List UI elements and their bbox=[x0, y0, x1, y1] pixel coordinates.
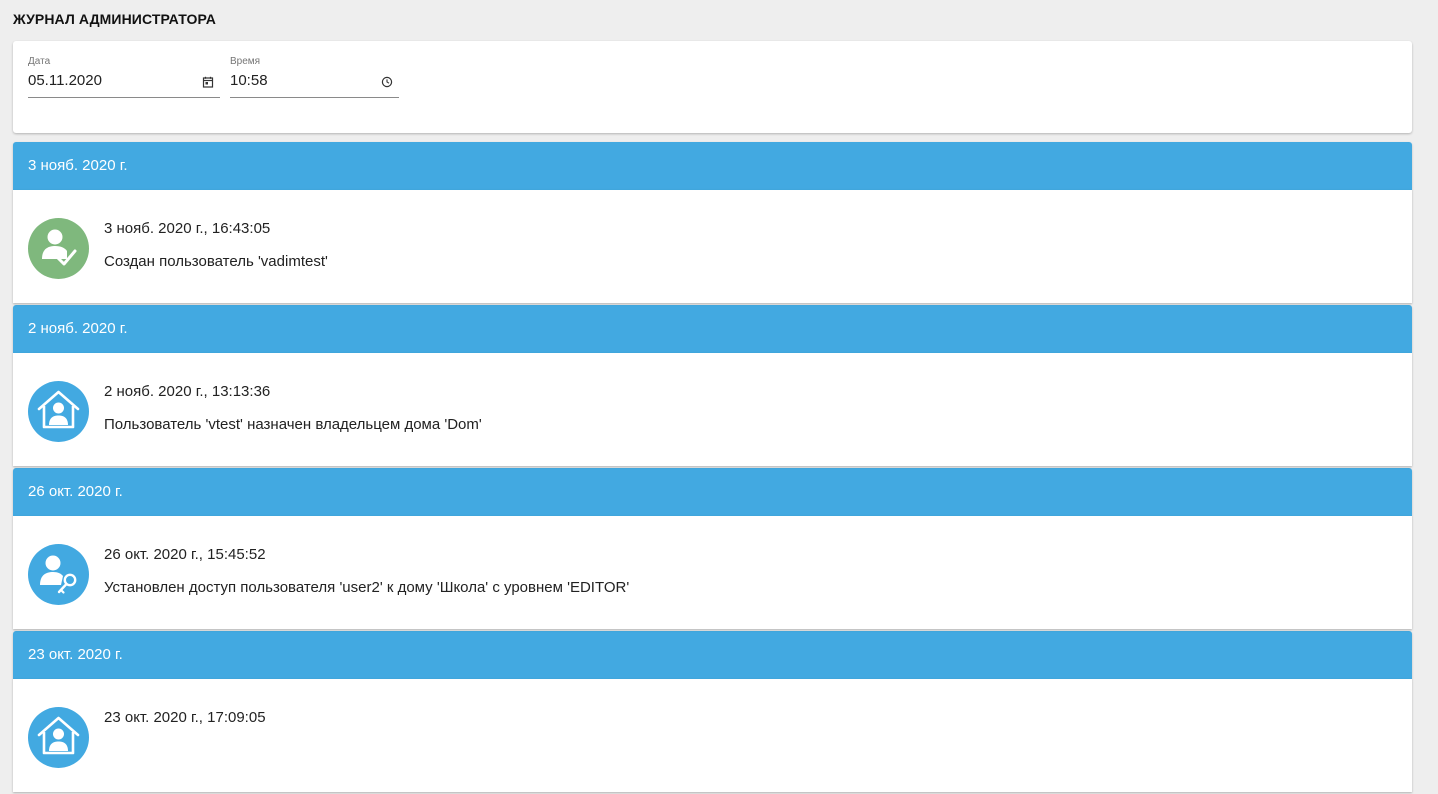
entry-timestamp: 23 окт. 2020 г., 17:09:05 bbox=[104, 709, 266, 726]
clock-icon[interactable] bbox=[381, 76, 393, 88]
calendar-icon[interactable] bbox=[202, 76, 214, 88]
log-entry: 23 окт. 2020 г., 17:09:05 bbox=[13, 679, 1412, 792]
entry-message: Создан пользователь 'vadimtest' bbox=[104, 253, 328, 270]
group-header: 26 окт. 2020 г. bbox=[13, 468, 1412, 516]
time-value[interactable]: 10:58 bbox=[230, 72, 268, 89]
time-input[interactable]: 10:58 bbox=[230, 71, 399, 98]
house-user-icon bbox=[28, 707, 89, 768]
group-header: 2 нояб. 2020 г. bbox=[13, 305, 1412, 353]
user-check-icon bbox=[28, 218, 89, 279]
date-field[interactable]: Дата 05.11.2020 bbox=[28, 56, 220, 98]
date-value[interactable]: 05.11.2020 bbox=[28, 72, 102, 89]
log-entry: 26 окт. 2020 г., 15:45:52 Установлен дос… bbox=[13, 516, 1412, 629]
entry-message: Пользователь 'vtest' назначен владельцем… bbox=[104, 416, 482, 433]
log-list: 3 нояб. 2020 г. 3 нояб. 2020 г., 16:43:0… bbox=[13, 142, 1412, 794]
entry-timestamp: 26 окт. 2020 г., 15:45:52 bbox=[104, 546, 266, 563]
group-header: 23 окт. 2020 г. bbox=[13, 631, 1412, 679]
filter-card: Дата 05.11.2020 Время 10:58 bbox=[13, 41, 1412, 133]
entry-message: Установлен доступ пользователя 'user2' к… bbox=[104, 579, 630, 596]
log-entry: 2 нояб. 2020 г., 13:13:36 Пользователь '… bbox=[13, 353, 1412, 466]
entry-timestamp: 2 нояб. 2020 г., 13:13:36 bbox=[104, 383, 271, 400]
entry-timestamp: 3 нояб. 2020 г., 16:43:05 bbox=[104, 220, 271, 237]
time-field[interactable]: Время 10:58 bbox=[230, 56, 399, 98]
house-user-icon bbox=[28, 381, 89, 442]
log-entry: 3 нояб. 2020 г., 16:43:05 Создан пользов… bbox=[13, 190, 1412, 303]
group-header: 3 нояб. 2020 г. bbox=[13, 142, 1412, 190]
time-label: Время bbox=[230, 56, 261, 67]
user-key-icon bbox=[28, 544, 89, 605]
date-label: Дата bbox=[28, 56, 51, 67]
date-input[interactable]: 05.11.2020 bbox=[28, 71, 220, 98]
page-title: ЖУРНАЛ АДМИНИСТРАТОРА bbox=[13, 11, 216, 27]
